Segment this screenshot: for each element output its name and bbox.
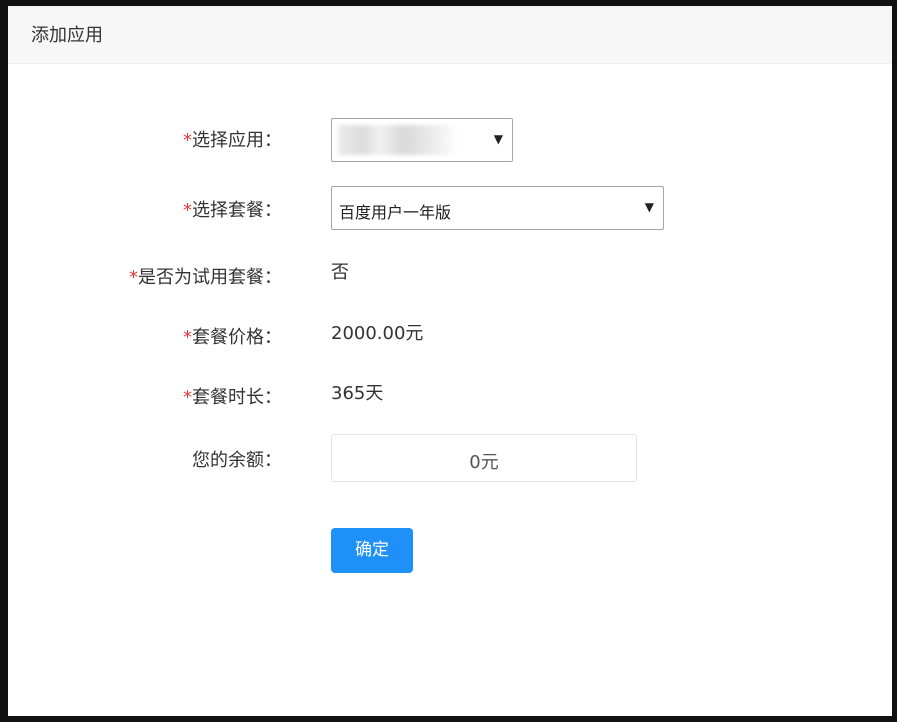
- required-mark: *: [183, 387, 192, 408]
- select-app-dropdown[interactable]: ▼: [331, 118, 513, 162]
- balance-label: 您的余额：: [192, 450, 282, 471]
- required-mark: *: [183, 200, 192, 221]
- required-mark: *: [129, 267, 138, 288]
- balance-field: 0元: [331, 434, 637, 482]
- dialog-title: 添加应用: [31, 25, 103, 46]
- package-price-label: *套餐价格：: [183, 327, 282, 348]
- package-price-value: 2000.00元: [331, 323, 424, 344]
- select-package-value: 百度用户一年版: [339, 203, 452, 222]
- confirm-button[interactable]: 确定: [331, 528, 413, 573]
- select-app-value-redacted: [338, 125, 458, 155]
- dialog-header: 添加应用: [8, 6, 892, 64]
- is-trial-value: 否: [331, 262, 349, 283]
- balance-value: 0元: [469, 452, 499, 473]
- caret-down-icon: ▼: [493, 132, 503, 146]
- add-app-dialog: 添加应用 *选择应用： ▼ *选择套餐： 百度用户一年版 ▼ *是否为试用套餐：…: [8, 6, 892, 716]
- required-mark: *: [183, 327, 192, 348]
- package-duration-value: 365天: [331, 383, 384, 404]
- select-app-label: *选择应用：: [183, 130, 282, 151]
- is-trial-label: *是否为试用套餐：: [129, 267, 282, 288]
- required-mark: *: [183, 130, 192, 151]
- package-duration-label: *套餐时长：: [183, 387, 282, 408]
- select-package-label: *选择套餐：: [183, 200, 282, 221]
- select-package-dropdown[interactable]: 百度用户一年版 ▼: [331, 186, 664, 230]
- caret-down-icon: ▼: [644, 200, 654, 214]
